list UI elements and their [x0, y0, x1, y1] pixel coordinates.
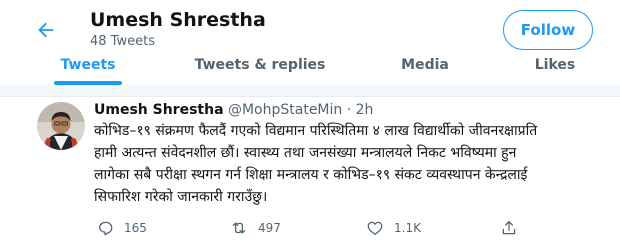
- tweet-text: कोभिड–१९ संक्रमण फैलदैं गएको विद्यमान पर…: [94, 120, 619, 208]
- tweet-count: 48 Tweets: [90, 34, 155, 49]
- retweet-count: 497: [258, 221, 281, 235]
- tab-media[interactable]: Media: [385, 55, 465, 85]
- tab-likes[interactable]: Likes: [520, 55, 590, 85]
- section-separator: [0, 85, 620, 96]
- tweet-actions: 165 497 1.1K: [0, 213, 620, 243]
- like-count: 1.1K: [394, 221, 421, 235]
- reply-button[interactable]: 165: [96, 213, 147, 243]
- profile-header: Umesh Shrestha 48 Tweets Follow: [0, 0, 620, 55]
- arrow-left-icon: [38, 22, 54, 38]
- tweet-text-line: हामी अत्यन्त संवेदनशील छौं। स्वास्थ्य तथ…: [94, 145, 517, 161]
- tweet-text-line: सिफारिश गरेको जानकारी गराउँछु।: [94, 189, 268, 205]
- tweet-separator: ·: [346, 102, 352, 118]
- follow-button[interactable]: Follow: [503, 10, 593, 50]
- tweet-text-line: कोभिड–१९ संक्रमण फैलदैं गएको विद्यमान पर…: [94, 123, 538, 139]
- reply-icon: [99, 221, 113, 236]
- tweet-text-line: लागेका सबै परीक्षा स्थगन गर्न शिक्षा मन्…: [94, 167, 528, 183]
- share-button[interactable]: [500, 213, 518, 243]
- like-button[interactable]: 1.1K: [366, 213, 421, 243]
- heart-icon: [367, 221, 383, 236]
- tweet-header: Umesh Shrestha @MohpStateMin · 2h: [94, 101, 373, 120]
- reply-count: 165: [124, 221, 147, 235]
- divider: [0, 96, 620, 97]
- retweet-icon: [232, 222, 246, 234]
- avatar[interactable]: [37, 102, 85, 150]
- retweet-button[interactable]: 497: [230, 213, 281, 243]
- tweet-author-name[interactable]: Umesh Shrestha: [94, 102, 224, 118]
- profile-name-title: Umesh Shrestha: [90, 9, 266, 31]
- tweet-author-handle[interactable]: @MohpStateMin: [228, 102, 342, 118]
- back-button[interactable]: [28, 12, 64, 48]
- tweet-timestamp[interactable]: 2h: [356, 102, 374, 118]
- header-title-block: Umesh Shrestha 48 Tweets: [90, 8, 266, 51]
- share-icon: [502, 220, 516, 235]
- tab-tweets-and-replies[interactable]: Tweets & replies: [185, 55, 335, 85]
